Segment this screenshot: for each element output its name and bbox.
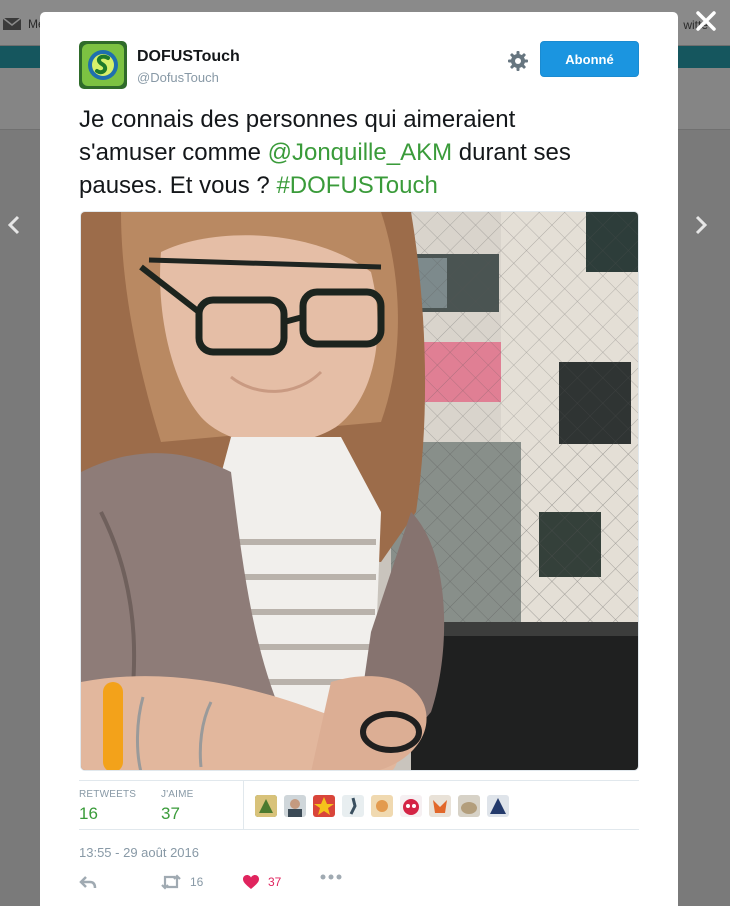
likes-label: J'AIME: [161, 789, 194, 800]
chevron-right-icon: [695, 215, 708, 235]
tweet-text-fragment: s'amuser comme: [79, 139, 268, 166]
mail-icon: [2, 17, 22, 30]
tweet-text-fragment: pauses. Et vous ?: [79, 172, 277, 199]
liker-avatars: [255, 795, 509, 817]
liker-avatar[interactable]: [429, 795, 451, 817]
heart-icon: [243, 875, 259, 889]
tweet-header: DOFUSTouch @DofusTouch Abonné: [40, 12, 678, 92]
liker-avatar[interactable]: [487, 795, 509, 817]
tweet-text: Je connais des personnes qui aimeraient …: [79, 103, 649, 202]
user-handle[interactable]: @DofusTouch: [137, 70, 219, 85]
stats-divider: [243, 781, 244, 830]
hashtag-link[interactable]: #DOFUSTouch: [276, 172, 437, 199]
tweet-timestamp[interactable]: 13:55 - 29 août 2016: [79, 845, 199, 860]
user-actions-button[interactable]: [507, 50, 529, 72]
gear-icon: [508, 51, 528, 71]
tweet-text-line: pauses. Et vous ? #DOFUSTouch: [79, 169, 649, 202]
retweet-button[interactable]: 16: [160, 874, 203, 890]
retweets-count: 16: [79, 804, 98, 823]
background-messages-link: Me: [2, 16, 45, 32]
close-icon: [696, 11, 716, 31]
liker-avatar[interactable]: [313, 795, 335, 817]
like-count: 37: [268, 875, 282, 889]
likes-stat[interactable]: J'AIME 37: [161, 789, 194, 824]
tweet-photo[interactable]: [80, 211, 639, 771]
retweets-label: RETWEETS: [79, 789, 137, 800]
liker-avatar[interactable]: [342, 795, 364, 817]
tweet-text-line: Je connais des personnes qui aimeraient: [79, 106, 516, 133]
retweets-stat[interactable]: RETWEETS 16: [79, 789, 136, 824]
tweet-text-line: s'amuser comme @Jonquille_AKM durant ses: [79, 136, 649, 169]
more-icon: [320, 874, 342, 880]
retweet-icon: [161, 874, 181, 890]
tweet-actions: 16 37: [79, 874, 639, 898]
retweet-count: 16: [190, 875, 204, 889]
reply-icon: [79, 876, 97, 889]
liker-avatar[interactable]: [458, 795, 480, 817]
previous-tweet-button[interactable]: [1, 210, 27, 240]
avatar[interactable]: [79, 41, 127, 89]
liker-avatar[interactable]: [284, 795, 306, 817]
more-button[interactable]: [320, 874, 342, 880]
tweet-text-fragment: durant ses: [452, 139, 571, 166]
mention-link[interactable]: @Jonquille_AKM: [268, 139, 452, 166]
close-button[interactable]: [694, 9, 718, 33]
tweet-stats: RETWEETS 16 J'AIME 37: [79, 780, 639, 830]
following-button[interactable]: Abonné: [540, 41, 639, 77]
like-button[interactable]: 37: [242, 874, 281, 890]
liker-avatar[interactable]: [400, 795, 422, 817]
liker-avatar[interactable]: [371, 795, 393, 817]
display-name[interactable]: DOFUSTouch: [137, 48, 240, 66]
liker-avatar[interactable]: [255, 795, 277, 817]
likes-count: 37: [161, 804, 180, 823]
tweet-modal: DOFUSTouch @DofusTouch Abonné Je connais…: [40, 12, 678, 906]
reply-button[interactable]: [79, 874, 97, 890]
chevron-left-icon: [7, 215, 20, 235]
next-tweet-button[interactable]: [688, 210, 714, 240]
